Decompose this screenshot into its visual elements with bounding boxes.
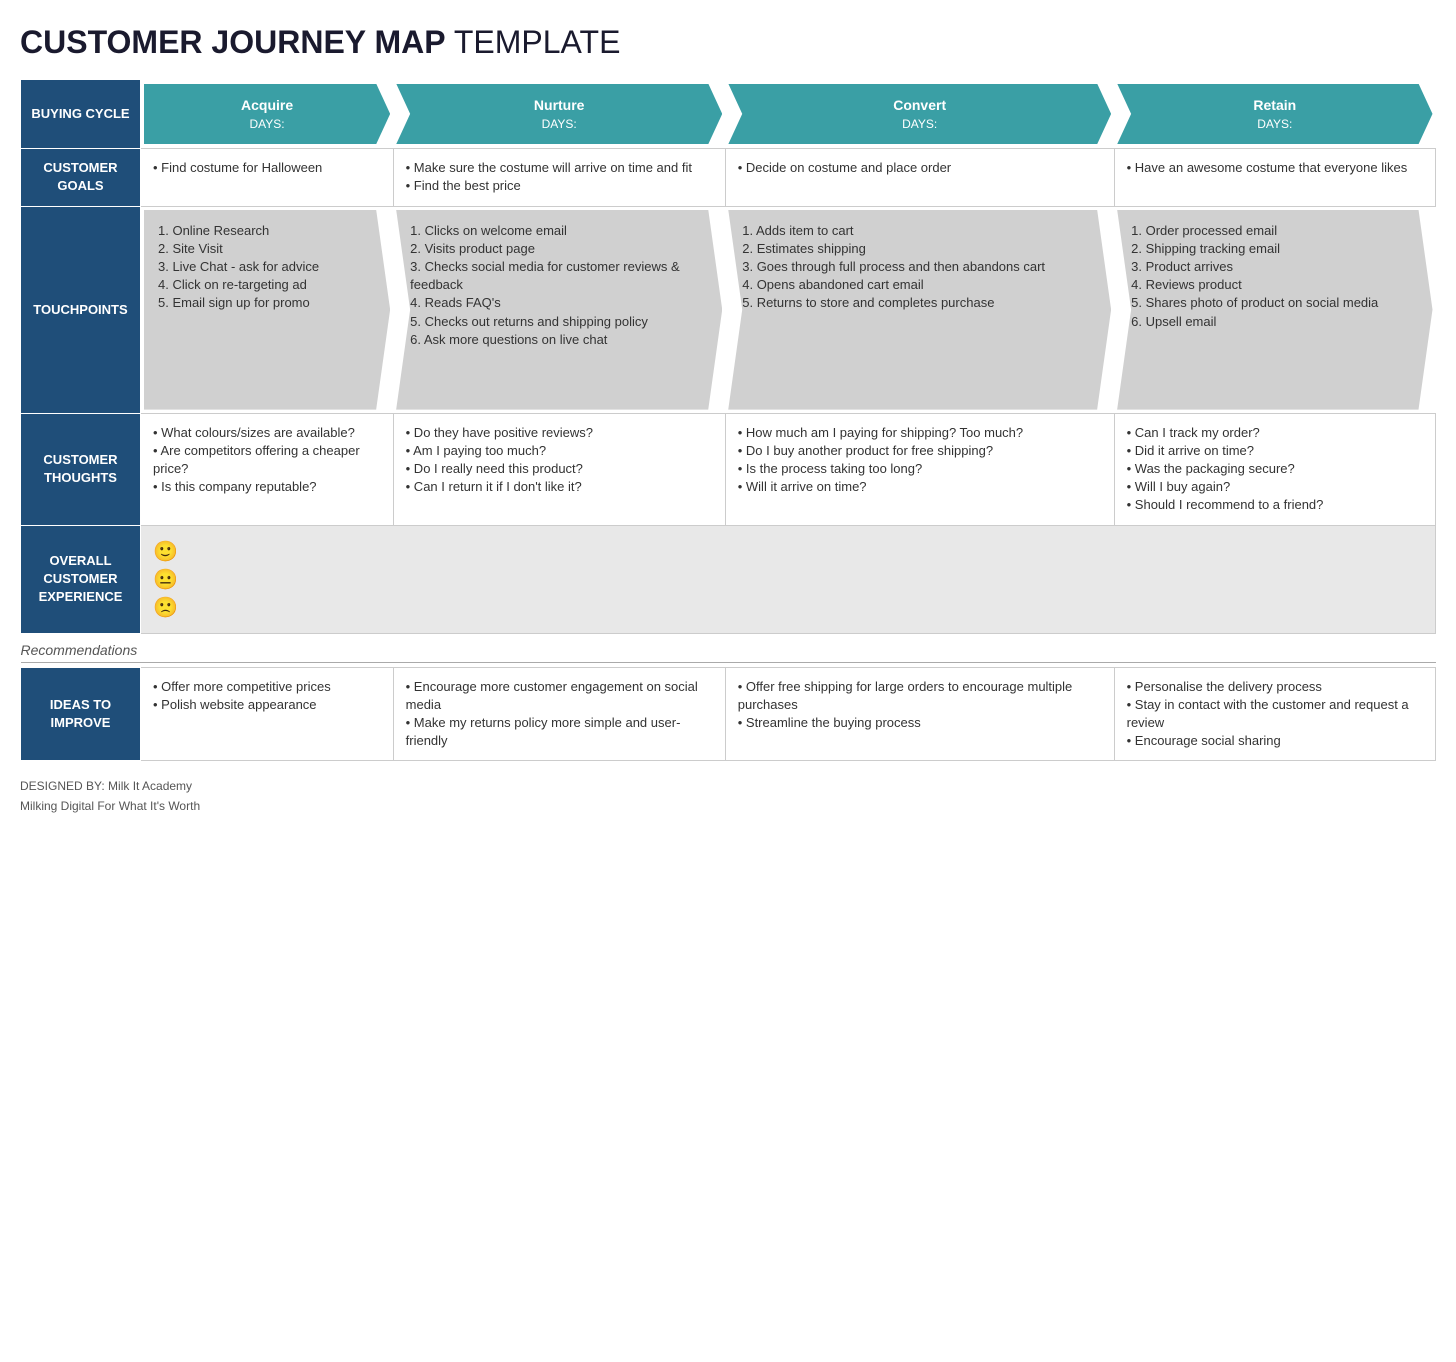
- footer: DESIGNED BY: Milk It Academy Milking Dig…: [20, 777, 1436, 815]
- phase-retain: RetainDAYS:: [1117, 84, 1432, 145]
- goals-retain: • Have an awesome costume that everyone …: [1114, 149, 1435, 206]
- phase-nurture: NurtureDAYS:: [396, 84, 722, 145]
- phase-retain-name: RetainDAYS:: [1253, 97, 1296, 131]
- customer-goals-label: CUSTOMERGOALS: [21, 149, 141, 206]
- ideas-nurture: • Encourage more customer engagement on …: [393, 667, 725, 761]
- recommendations-row: Recommendations: [21, 633, 1436, 667]
- thoughts-retain: • Can I track my order? • Did it arrive …: [1114, 413, 1435, 525]
- overall-experience-row: OVERALLCUSTOMEREXPERIENCE 🙂 😐 🙁: [21, 525, 1436, 633]
- ideas-label: IDEAS TOIMPROVE: [21, 667, 141, 761]
- smiley-sad: 🙁: [153, 595, 1423, 620]
- touchpoints-label: TOUCHPOINTS: [21, 206, 141, 413]
- phase-acquire: AcquireDAYS:: [144, 84, 390, 145]
- smiley-neutral: 😐: [153, 567, 1423, 592]
- ideas-acquire: • Offer more competitive prices • Polish…: [141, 667, 394, 761]
- goals-convert: • Decide on costume and place order: [725, 149, 1114, 206]
- phase-convert: ConvertDAYS:: [728, 84, 1111, 145]
- tp-acquire-text: 1. Online Research 2. Site Visit 3. Live…: [158, 222, 319, 313]
- thoughts-nurture: • Do they have positive reviews? • Am I …: [393, 413, 725, 525]
- phase-nurture-name: NurtureDAYS:: [534, 97, 585, 131]
- journey-map-table: BUYING CYCLE AcquireDAYS: NurtureDAYS: C…: [20, 79, 1436, 761]
- tp-nurture-text: 1. Clicks on welcome email 2. Visits pro…: [410, 222, 708, 349]
- buying-cycle-label: BUYING CYCLE: [21, 80, 141, 149]
- overall-experience-content: 🙂 😐 🙁: [141, 525, 1436, 633]
- touchpoints-row: TOUCHPOINTS 1. Online Research 2. Site V…: [21, 206, 1436, 413]
- tp-acquire: 1. Online Research 2. Site Visit 3. Live…: [144, 210, 390, 410]
- ideas-retain: • Personalise the delivery process • Sta…: [1114, 667, 1435, 761]
- ideas-to-improve-row: IDEAS TOIMPROVE • Offer more competitive…: [21, 667, 1436, 761]
- customer-thoughts-row: CUSTOMERTHOUGHTS • What colours/sizes ar…: [21, 413, 1436, 525]
- page-title: CUSTOMER JOURNEY MAP TEMPLATE: [20, 24, 1436, 61]
- phase-acquire-name: AcquireDAYS:: [241, 97, 293, 131]
- tp-convert-text: 1. Adds item to cart 2. Estimates shippi…: [742, 222, 1045, 313]
- phase-convert-name: ConvertDAYS:: [893, 97, 946, 131]
- phase-retain-cell: RetainDAYS:: [1114, 80, 1435, 149]
- thoughts-convert: • How much am I paying for shipping? Too…: [725, 413, 1114, 525]
- tp-retain: 1. Order processed email 2. Shipping tra…: [1117, 210, 1432, 410]
- tp-convert: 1. Adds item to cart 2. Estimates shippi…: [728, 210, 1111, 410]
- tp-retain-text: 1. Order processed email 2. Shipping tra…: [1131, 222, 1378, 331]
- tp-acquire-cell: 1. Online Research 2. Site Visit 3. Live…: [141, 206, 394, 413]
- goals-acquire: • Find costume for Halloween: [141, 149, 394, 206]
- phase-convert-cell: ConvertDAYS:: [725, 80, 1114, 149]
- recommendations-label: Recommendations: [21, 633, 1436, 667]
- buying-cycle-row: BUYING CYCLE AcquireDAYS: NurtureDAYS: C…: [21, 80, 1436, 149]
- customer-goals-row: CUSTOMERGOALS • Find costume for Hallowe…: [21, 149, 1436, 206]
- footer-line2: Milking Digital For What It's Worth: [20, 797, 1436, 816]
- customer-thoughts-label: CUSTOMERTHOUGHTS: [21, 413, 141, 525]
- ideas-convert: • Offer free shipping for large orders t…: [725, 667, 1114, 761]
- thoughts-acquire: • What colours/sizes are available? • Ar…: [141, 413, 394, 525]
- goals-nurture: • Make sure the costume will arrive on t…: [393, 149, 725, 206]
- smiley-happy: 🙂: [153, 539, 1423, 564]
- phase-acquire-cell: AcquireDAYS:: [141, 80, 394, 149]
- tp-nurture-cell: 1. Clicks on welcome email 2. Visits pro…: [393, 206, 725, 413]
- tp-convert-cell: 1. Adds item to cart 2. Estimates shippi…: [725, 206, 1114, 413]
- tp-nurture: 1. Clicks on welcome email 2. Visits pro…: [396, 210, 722, 410]
- phase-nurture-cell: NurtureDAYS:: [393, 80, 725, 149]
- footer-line1: DESIGNED BY: Milk It Academy: [20, 777, 1436, 796]
- overall-experience-label: OVERALLCUSTOMEREXPERIENCE: [21, 525, 141, 633]
- tp-retain-cell: 1. Order processed email 2. Shipping tra…: [1114, 206, 1435, 413]
